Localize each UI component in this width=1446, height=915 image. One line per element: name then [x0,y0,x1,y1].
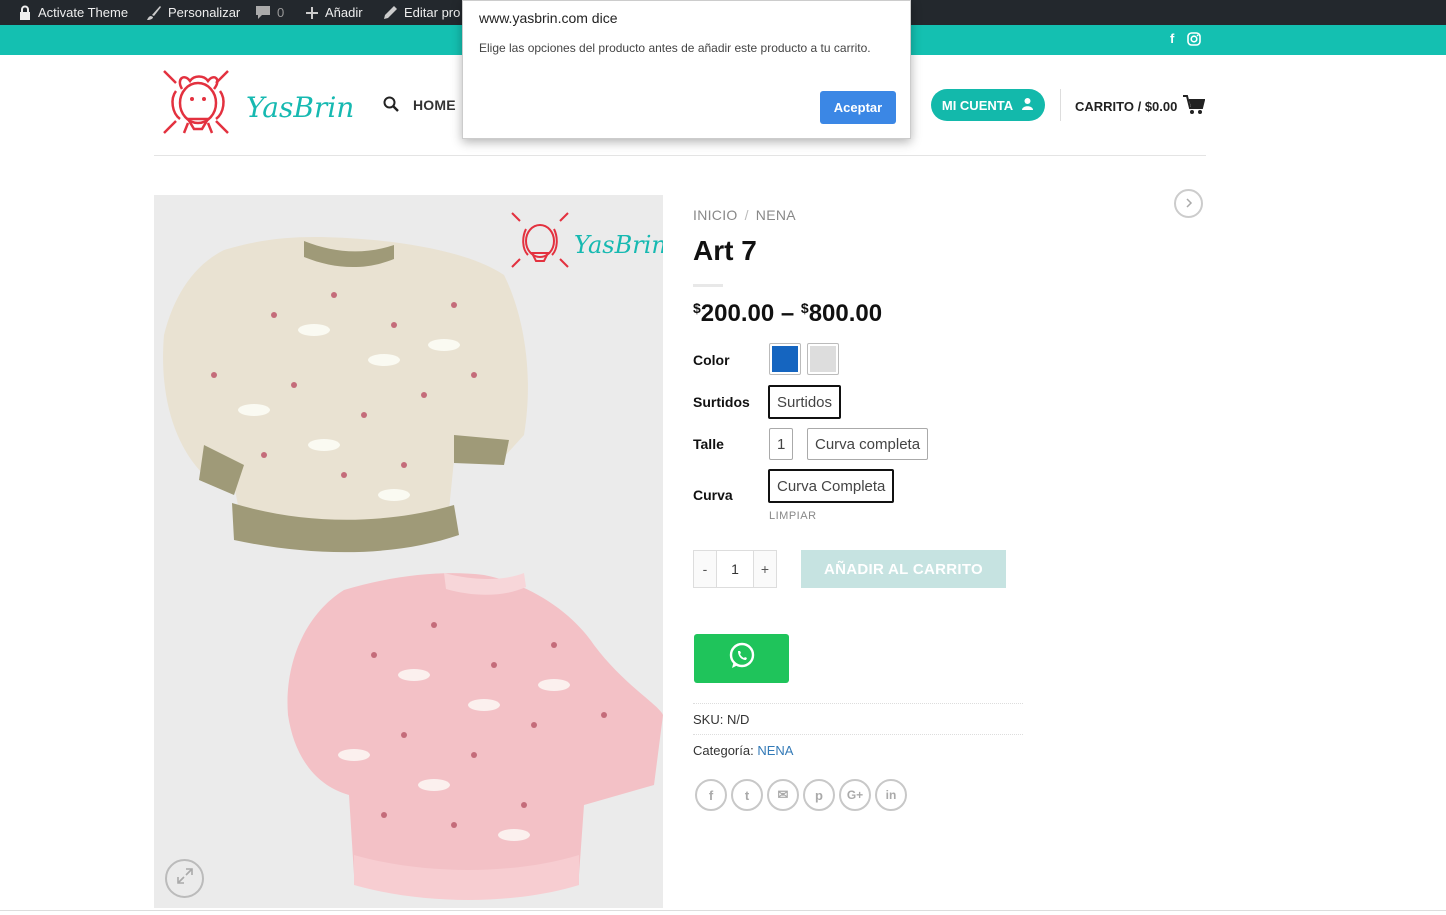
facebook-icon[interactable]: f [1170,31,1174,46]
price-max: 800.00 [808,300,883,327]
category-label: Categoría: [693,743,754,758]
logo-text: YasBrin [246,91,355,124]
swatch-fill [772,346,798,372]
cart-label: CARRITO / $0.00 [1075,99,1178,114]
activate-theme-label: Activate Theme [38,4,129,20]
breadcrumb-home[interactable]: INICIO [693,207,738,223]
my-account-button[interactable]: MI CUENTA [931,89,1045,121]
edit-product-link[interactable]: Editar pro [383,0,460,25]
gallery-logo-text: YasBrin [574,231,663,259]
user-icon [1021,97,1034,113]
price-min: 200.00 [700,300,775,327]
breadcrumb-separator: / [744,207,749,223]
category-link[interactable]: NENA [757,743,793,758]
sku-value: N/D [726,712,750,727]
price-currency: $ [693,300,701,316]
quantity-plus-button[interactable]: + [754,551,776,587]
page-bottom-border [0,910,1446,911]
chevron-right-icon [1185,195,1193,213]
color-swatch-gray[interactable] [807,343,839,375]
color-swatch-blue[interactable] [769,343,801,375]
dialog-title: www.yasbrin.com dice [479,10,618,26]
color-label: Color [693,352,730,368]
price-dash: – [780,300,795,327]
share-email-icon[interactable]: ✉ [767,779,799,811]
quantity-minus-button[interactable]: - [694,551,716,587]
quantity-stepper: - 1 + [693,550,777,588]
plus-icon [305,6,319,20]
bunny-logo-icon [163,70,229,134]
share-google-plus-icon[interactable]: G+ [839,779,871,811]
pencil-icon [383,5,398,20]
search-icon[interactable] [383,96,399,117]
dialog-message: Elige las opciones del producto antes de… [479,41,871,55]
share-twitter-icon[interactable]: t [731,779,763,811]
surtidos-option[interactable]: Surtidos [768,385,842,419]
cart-link[interactable]: CARRITO / $0.00 [1075,95,1206,118]
header-divider [1060,89,1061,121]
edit-product-label: Editar pro [404,4,461,20]
product-title: Art 7 [693,235,757,266]
product-price: $200.00 – $800.00 [693,300,882,328]
next-product-button[interactable] [1174,189,1203,218]
brush-icon [146,5,162,21]
nav-home-link[interactable]: HOME [413,97,456,113]
meta-divider [693,703,1023,704]
sku-row: SKU: N/D [693,712,749,727]
expand-icon [176,867,194,890]
comment-icon [255,5,271,20]
site-logo[interactable]: YasBrin [162,69,354,141]
dialog-accept-button[interactable]: Aceptar [820,91,896,124]
breadcrumb-category[interactable]: NENA [756,207,796,223]
category-row: Categoría: NENA [693,743,793,758]
meta-divider [693,734,1023,735]
talle-option-curva[interactable]: Curva completa [807,428,929,460]
product-image: YasBrin [163,212,663,900]
whatsapp-button[interactable] [694,634,789,683]
share-facebook-icon[interactable]: f [695,779,727,811]
share-linkedin-icon[interactable]: in [875,779,907,811]
breadcrumb: INICIO / NENA [693,207,796,223]
personalizar-label: Personalizar [168,4,241,20]
share-pinterest-icon[interactable]: p [803,779,835,811]
comments-count: 0 [277,4,285,20]
curva-label: Curva [693,487,733,503]
comments-link[interactable]: 0 [255,0,284,25]
sku-label: SKU: [693,712,724,727]
lock-icon [18,5,32,21]
title-divider [693,284,723,287]
instagram-icon[interactable] [1187,32,1201,49]
alert-dialog: www.yasbrin.com dice Elige las opciones … [462,0,911,139]
zoom-button[interactable] [165,859,204,898]
whatsapp-icon [728,642,756,675]
activate-theme-link[interactable]: Activate Theme [18,0,128,25]
price-currency: $ [800,300,809,316]
add-new-label: Añadir [325,4,363,20]
add-to-cart-button[interactable]: AÑADIR AL CARRITO [801,550,1006,588]
add-new-link[interactable]: Añadir [305,0,363,25]
talle-option-1[interactable]: 1 [769,428,794,460]
product-gallery[interactable]: YasBrin [154,195,663,908]
reset-variations-link[interactable]: LIMPIAR [769,510,817,522]
personalizar-link[interactable]: Personalizar [146,0,240,25]
surtidos-label: Surtidos [693,394,750,410]
product-summary: INICIO / NENA Art 7 $200.00 – $800.00 Colo… [693,189,1208,835]
swatch-fill [810,346,836,372]
talle-label: Talle [693,436,724,452]
quantity-input[interactable]: 1 [716,551,754,587]
cart-icon [1183,95,1206,118]
curva-option[interactable]: Curva Completa [768,469,895,503]
my-account-label: MI CUENTA [941,97,1014,113]
